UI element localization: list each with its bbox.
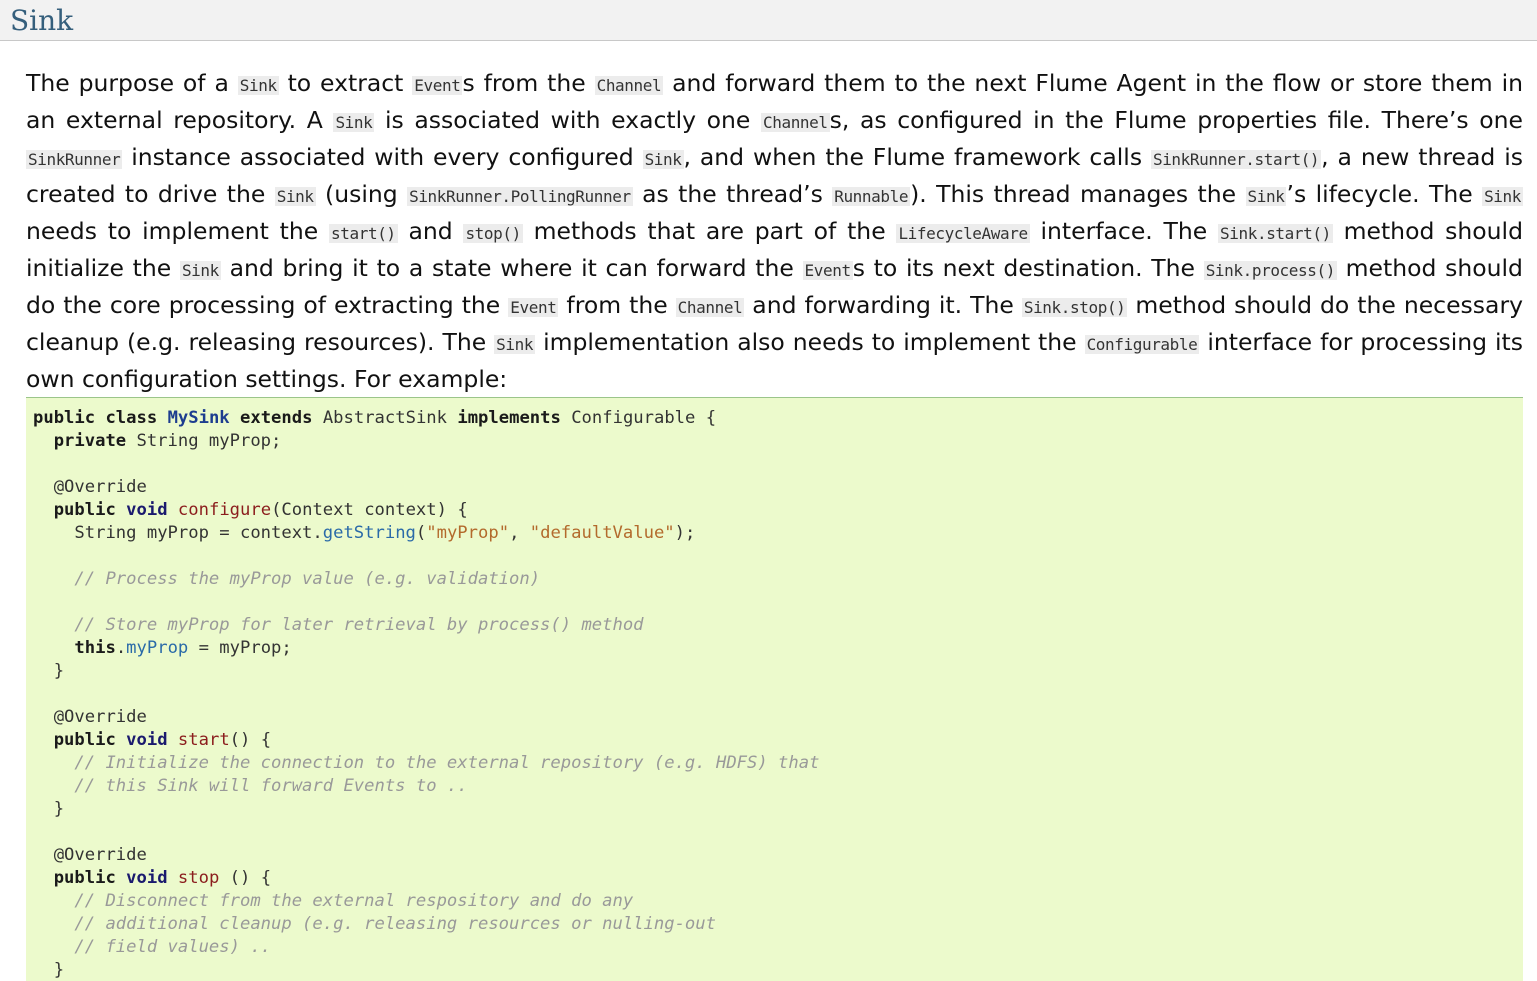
inline-code: SinkRunner.start() xyxy=(1150,150,1322,169)
code-line: public void start() { xyxy=(53,730,272,750)
text: from the xyxy=(558,291,676,319)
code-line: @Override xyxy=(53,477,147,497)
inline-code: Runnable xyxy=(832,187,911,206)
code-line: // Disconnect from the external resposit… xyxy=(74,891,634,911)
main-content: The purpose of a Sink to extract Events … xyxy=(26,66,1523,396)
code-line: // this Sink will forward Events to .. xyxy=(74,776,468,796)
inline-code: SinkRunner.PollingRunner xyxy=(407,187,633,206)
inline-code: Sink xyxy=(494,335,536,354)
text: and bring it to a state where it can for… xyxy=(220,254,803,282)
text: ’s lifecycle. The xyxy=(1286,180,1483,208)
code-line: @Override xyxy=(53,707,147,727)
text: , and when the Flume framework calls xyxy=(683,143,1151,171)
inline-code: stop() xyxy=(463,224,523,243)
code-line: // Store myProp for later retrieval by p… xyxy=(74,615,644,635)
inline-code: Channel xyxy=(761,113,830,132)
code-line: public void configure(Context context) { xyxy=(53,500,468,520)
text: s from the xyxy=(462,69,595,97)
inline-code: Sink xyxy=(333,113,375,132)
text: and forwarding it. The xyxy=(744,291,1022,319)
text: to extract xyxy=(278,69,413,97)
text: s, as configured in the Flume properties… xyxy=(829,106,1523,134)
inline-code: Configurable xyxy=(1084,335,1200,354)
text: needs to implement the xyxy=(26,217,330,245)
inline-code: Sink xyxy=(274,187,316,206)
inline-code: Sink xyxy=(1482,187,1523,206)
code-line: // field values) .. xyxy=(74,937,272,957)
text: implementation also needs to implement t… xyxy=(535,328,1085,356)
inline-code: Channel xyxy=(594,76,664,95)
code-line: // additional cleanup (e.g. releasing re… xyxy=(74,914,716,934)
code-line: @Override xyxy=(53,845,147,865)
code-example-block: public class MySink extends AbstractSink… xyxy=(26,397,1523,981)
inline-code: Sink xyxy=(1245,187,1287,206)
code-line: // Initialize the connection to the exte… xyxy=(74,753,820,773)
inline-code: start() xyxy=(329,224,398,243)
inline-code: Sink xyxy=(179,261,221,280)
code-line: String myProp = context.getString("myPro… xyxy=(74,523,696,543)
code-line: } xyxy=(53,799,65,819)
code-listing: public class MySink extends AbstractSink… xyxy=(26,398,1523,981)
code-line: this.myProp = myProp; xyxy=(74,638,292,658)
text: is associated with exactly one xyxy=(374,106,761,134)
code-line: // Process the myProp value (e.g. valida… xyxy=(74,569,541,589)
description-paragraph: The purpose of a Sink to extract Events … xyxy=(26,66,1523,396)
text: s to its next destination. The xyxy=(852,254,1204,282)
code-line: public void stop () { xyxy=(53,868,272,888)
inline-code: Sink xyxy=(237,76,279,95)
code-line: } xyxy=(53,661,65,681)
text: The purpose of a xyxy=(26,69,238,97)
inline-code: LifecycleAware xyxy=(896,224,1030,243)
text: ). This thread manages the xyxy=(910,180,1246,208)
inline-code: Event xyxy=(508,298,559,317)
text: interface. The xyxy=(1029,217,1219,245)
inline-code: Sink.stop() xyxy=(1021,298,1128,317)
code-line: public class MySink extends AbstractSink… xyxy=(33,408,717,428)
inline-code: Sink xyxy=(642,150,684,169)
section-title: Sink xyxy=(10,4,74,37)
text: as the thread’s xyxy=(632,180,833,208)
code-line: } xyxy=(53,960,65,980)
text: and xyxy=(397,217,464,245)
inline-code: Sink.start() xyxy=(1218,224,1333,243)
text: (using xyxy=(315,180,408,208)
text: instance associated with every configure… xyxy=(122,143,643,171)
inline-code: Channel xyxy=(675,298,745,317)
code-line: private String myProp; xyxy=(53,431,282,451)
inline-code: Event xyxy=(412,76,463,95)
inline-code: Sink.process() xyxy=(1203,261,1337,280)
inline-code: SinkRunner xyxy=(26,150,123,169)
inline-code: Event xyxy=(802,261,853,280)
section-header: Sink xyxy=(0,0,1537,41)
text: methods that are part of the xyxy=(522,217,897,245)
